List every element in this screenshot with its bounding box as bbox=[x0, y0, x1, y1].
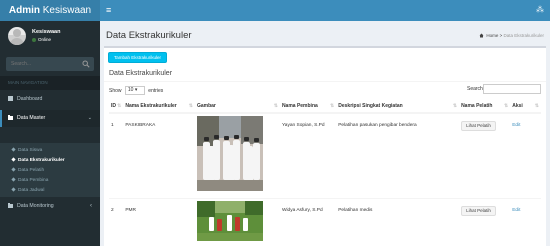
search-icon[interactable] bbox=[82, 60, 90, 68]
divider bbox=[104, 81, 546, 82]
cell-deskripsi: Pelatihan pasukan pengibar bendera bbox=[336, 113, 460, 199]
data-master-submenu: Data Siswa Data Ekstrakurikuler Data Pel… bbox=[0, 143, 100, 197]
bullet-icon bbox=[11, 147, 16, 152]
box-title: Data Ekstrakurikuler bbox=[109, 70, 173, 77]
ekstrakurikuler-table: ID ⇅ Nama Ekstrakurikuler ⇅ Gambar ⇅ Nama P… bbox=[109, 99, 541, 246]
col-nama-pembina[interactable]: Nama Pembina ⇅ bbox=[279, 99, 337, 114]
cell-aksi: Edit bbox=[510, 198, 541, 246]
cell-pembina: Widya Asfury, S.Pd bbox=[279, 198, 337, 246]
bullet-icon bbox=[11, 187, 16, 192]
bullet-icon bbox=[11, 167, 16, 172]
table-search-input[interactable] bbox=[483, 84, 541, 94]
entries-select[interactable]: 10 ▾ bbox=[124, 86, 145, 95]
col-aksi[interactable]: Aksi ⇅ bbox=[510, 99, 541, 114]
cell-image bbox=[194, 198, 280, 246]
cell-id: 1 bbox=[109, 113, 124, 199]
breadcrumb: Home > Data Ekstrakurikuler bbox=[479, 33, 544, 38]
cell-pembina: Yayan Sopian, S.Pd bbox=[279, 113, 337, 199]
cell-aksi: Edit bbox=[510, 113, 541, 199]
app-logo[interactable]: Admin Kesiswaan bbox=[0, 0, 100, 21]
lihat-pelatih-button[interactable]: Lihat Pelatih bbox=[461, 205, 496, 216]
cell-name: PMR bbox=[123, 198, 195, 246]
bullet-icon bbox=[11, 157, 16, 162]
col-deskripsi[interactable]: Deskripsi Singkat Kegiatan ⇅ bbox=[336, 99, 460, 114]
col-id[interactable]: ID ⇅ bbox=[109, 99, 124, 114]
cell-image bbox=[194, 113, 280, 199]
edit-link[interactable]: Edit bbox=[512, 123, 520, 128]
show-entries: Show 10 ▾ entries bbox=[109, 86, 164, 95]
dashboard-icon bbox=[8, 96, 13, 102]
data-box: Tambah Ekstrakurikuler Data Ekstrakuriku… bbox=[104, 46, 546, 246]
sidebar-item-data-master[interactable]: Data Master ⌄ bbox=[0, 110, 100, 127]
col-nama-ekstrakurikuler[interactable]: Nama Ekstrakurikuler ⇅ bbox=[123, 99, 195, 114]
user-panel: Kesiswaan Online bbox=[0, 21, 100, 51]
sidebar-collapse-icon[interactable]: ⁂ bbox=[536, 5, 544, 15]
sidebar: Kesiswaan Online MAIN NAVIGATION Dashboa… bbox=[0, 21, 100, 246]
lihat-pelatih-button[interactable]: Lihat Pelatih bbox=[461, 121, 496, 131]
sidebar-item-data-siswa[interactable]: Data Siswa bbox=[0, 146, 100, 156]
folder-icon bbox=[8, 203, 13, 209]
page-title: Data Ekstrakurikuler bbox=[106, 30, 192, 41]
cell-deskripsi: Pelatihan medis bbox=[336, 198, 460, 246]
cell-id: 2 bbox=[109, 198, 124, 246]
avatar bbox=[8, 27, 26, 45]
breadcrumb-home[interactable]: Home bbox=[486, 33, 498, 38]
sidebar-item-dashboard[interactable]: Dashboard bbox=[0, 91, 100, 108]
home-icon bbox=[479, 33, 484, 38]
chevron-down-icon: ⌄ bbox=[87, 115, 92, 121]
sort-icon: ⇅ bbox=[117, 103, 122, 109]
online-dot-icon bbox=[32, 37, 36, 42]
cell-pelatih: Lihat Pelatih bbox=[459, 198, 511, 246]
bullet-icon bbox=[11, 177, 16, 182]
paskibraka-photo bbox=[196, 116, 263, 191]
sort-icon: ⇅ bbox=[534, 103, 539, 109]
edit-link[interactable]: Edit bbox=[512, 208, 520, 213]
sort-icon: ⇅ bbox=[504, 103, 509, 109]
sidebar-item-data-pembina[interactable]: Data Pembina bbox=[0, 176, 100, 186]
chevron-left-icon: ‹ bbox=[90, 203, 92, 209]
table-search-label: Search: bbox=[467, 86, 485, 92]
sort-icon: ⇅ bbox=[188, 103, 193, 109]
sort-icon: ⇅ bbox=[452, 103, 458, 109]
sidebar-search-input[interactable] bbox=[6, 57, 78, 71]
table-row: 1 PASKIBRAKA Yayan Sopian, S.Pd Pelatiha… bbox=[109, 113, 541, 199]
sidebar-item-data-jadwal[interactable]: Data Jadwal bbox=[0, 186, 100, 196]
content-header: Data Ekstrakurikuler Home > Data Ekstrak… bbox=[100, 21, 550, 46]
breadcrumb-current: Data Ekstrakurikuler bbox=[503, 33, 544, 38]
top-navbar: ≡ ⁂ bbox=[100, 0, 550, 21]
sidebar-item-data-monitoring[interactable]: Data Monitoring ‹ bbox=[0, 198, 100, 215]
table-row: 2 PMR Widya Asfury, S.Pd Pelatihan medis… bbox=[109, 198, 541, 246]
sort-icon: ⇅ bbox=[330, 103, 335, 109]
nav-header: MAIN NAVIGATION bbox=[0, 76, 100, 90]
table-header-row: ID ⇅ Nama Ekstrakurikuler ⇅ Gambar ⇅ Nama P… bbox=[109, 99, 541, 114]
user-name: Kesiswaan bbox=[32, 29, 61, 35]
col-nama-pelatih[interactable]: Nama Pelatih ⇅ bbox=[459, 99, 511, 114]
pmr-photo bbox=[196, 200, 263, 241]
cell-name: PASKIBRAKA bbox=[123, 113, 195, 199]
user-status: Online bbox=[32, 37, 51, 42]
add-ekstrakurikuler-button[interactable]: Tambah Ekstrakurikuler bbox=[108, 52, 168, 63]
folder-icon bbox=[8, 115, 13, 121]
sort-icon: ⇅ bbox=[273, 103, 278, 109]
cell-pelatih: Lihat Pelatih bbox=[459, 113, 511, 199]
sidebar-item-data-ekstrakurikuler[interactable]: Data Ekstrakurikuler bbox=[0, 156, 100, 166]
sidebar-item-data-pelatih[interactable]: Data Pelatih bbox=[0, 166, 100, 176]
sidebar-search bbox=[6, 57, 94, 71]
col-gambar[interactable]: Gambar ⇅ bbox=[194, 99, 280, 114]
hamburger-icon[interactable]: ≡ bbox=[106, 5, 115, 15]
